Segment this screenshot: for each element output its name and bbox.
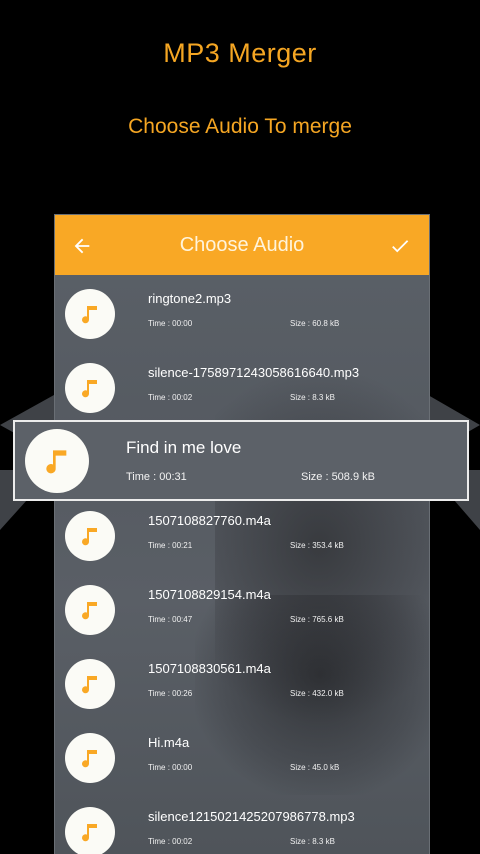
item-size: Size : 765.6 kB (290, 615, 344, 624)
app-bar: Choose Audio (55, 215, 429, 275)
item-time: Time : 00:00 (148, 763, 193, 772)
music-note-icon (65, 511, 115, 561)
item-size: Size : 432.0 kB (290, 689, 344, 698)
music-note-icon (25, 429, 89, 493)
item-time: Time : 00:26 (148, 689, 193, 698)
item-name: silence1215021425207986778.mp3 (148, 809, 355, 824)
item-time: Time : 00:31 (126, 471, 187, 483)
item-size: Size : 45.0 kB (290, 763, 340, 772)
item-name: silence-1758971243058616640.mp3 (148, 365, 360, 380)
list-item[interactable]: silence-1758971243058616640.mp3 Time : 0… (55, 351, 429, 425)
music-note-icon (65, 363, 115, 413)
item-time: Time : 00:02 (148, 837, 193, 846)
list-item[interactable]: 1507108830561.m4a Time : 00:26 Size : 43… (55, 647, 429, 721)
item-name: 1507108827760.m4a (148, 513, 271, 528)
highlighted-list-item[interactable]: Find in me love Time : 00:31 Size : 508.… (13, 420, 469, 501)
item-size: Size : 353.4 kB (290, 541, 344, 550)
item-name: Hi.m4a (148, 735, 190, 750)
promo-title: MP3 Merger (163, 38, 317, 68)
item-time: Time : 00:00 (148, 319, 193, 328)
item-name: Find in me love (126, 438, 242, 457)
music-note-icon (65, 733, 115, 783)
list-item[interactable]: silence1215021425207986778.mp3 Time : 00… (55, 795, 429, 854)
music-note-icon (65, 807, 115, 854)
list-item[interactable]: Hi.m4a Time : 00:00 Size : 45.0 kB (55, 721, 429, 795)
back-button[interactable] (69, 233, 95, 259)
app-bar-title: Choose Audio (179, 233, 305, 256)
item-time: Time : 00:02 (148, 393, 193, 402)
item-size: Size : 508.9 kB (301, 471, 375, 483)
list-item[interactable]: 1507108827760.m4a Time : 00:21 Size : 35… (55, 499, 429, 573)
list-item[interactable]: ringtone2.mp3 Time : 00:00 Size : 60.8 k… (55, 277, 429, 351)
music-note-icon (65, 659, 115, 709)
item-time: Time : 00:47 (148, 615, 193, 624)
item-time: Time : 00:21 (148, 541, 193, 550)
music-note-icon (65, 289, 115, 339)
list-item[interactable]: 1507108829154.m4a Time : 00:47 Size : 76… (55, 573, 429, 647)
confirm-button[interactable] (387, 233, 413, 259)
screen: MP3 Merger Choose Audio To merge Choose … (0, 0, 480, 854)
arrow-back-icon (74, 238, 90, 254)
item-size: Size : 8.3 kB (290, 393, 335, 402)
promo-subtitle: Choose Audio To merge (128, 115, 352, 138)
music-note-icon (65, 585, 115, 635)
item-name: 1507108830561.m4a (148, 661, 271, 676)
item-size: Size : 60.8 kB (290, 319, 340, 328)
checkmark-icon (392, 240, 409, 253)
item-name: 1507108829154.m4a (148, 587, 271, 602)
item-name: ringtone2.mp3 (148, 291, 232, 306)
item-size: Size : 8.3 kB (290, 837, 335, 846)
phone-mockup: Choose Audio ringtone2.mp3 Time : 00:00 … (54, 214, 430, 854)
